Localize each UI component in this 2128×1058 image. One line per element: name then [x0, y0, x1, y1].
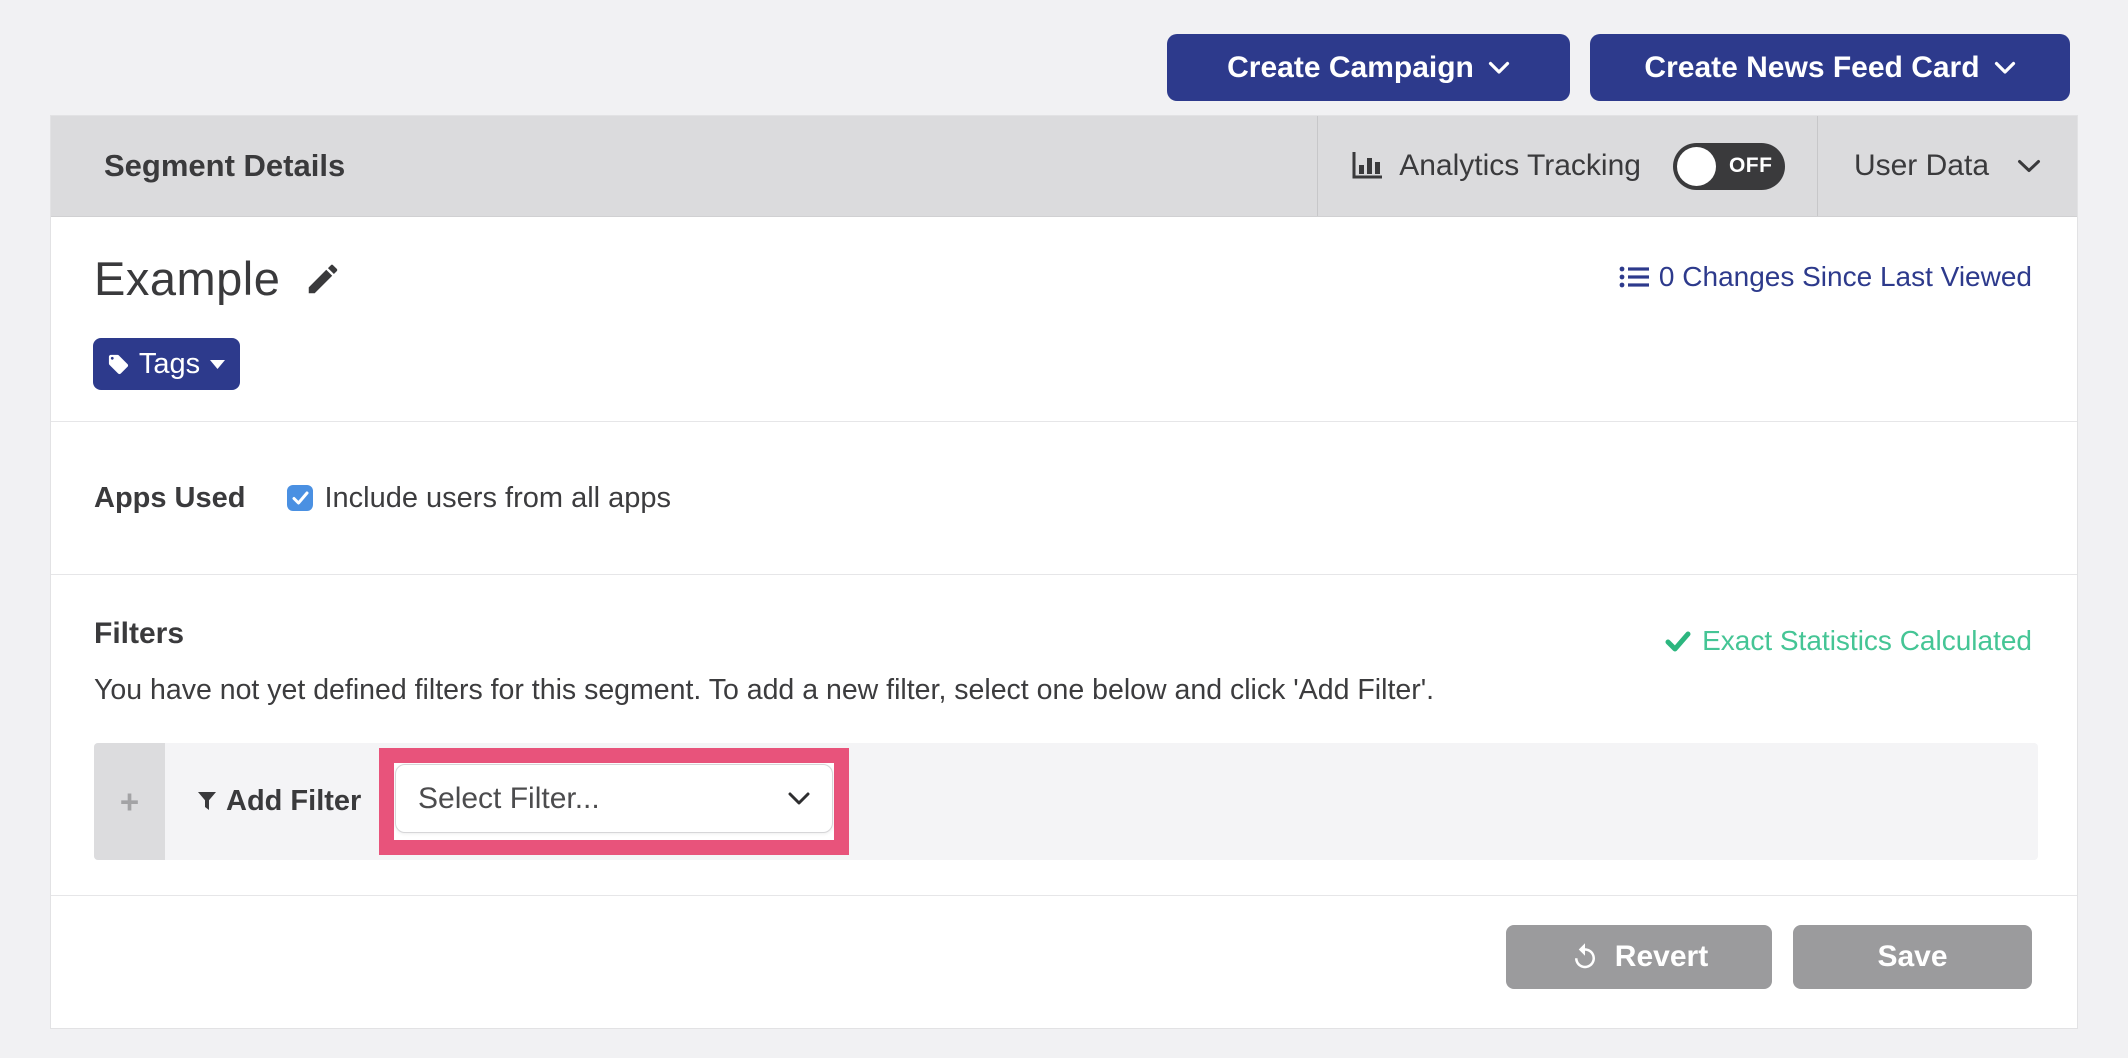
- create-news-feed-card-label: Create News Feed Card: [1644, 51, 1979, 85]
- card-footer: Revert Save: [51, 896, 2077, 1029]
- apps-used-section: Apps Used Include users from all apps: [51, 422, 2077, 575]
- caret-down-icon: [209, 359, 226, 370]
- analytics-tracking-toggle[interactable]: OFF: [1673, 143, 1785, 190]
- add-filter-row: + Add Filter Select Filter...: [94, 743, 2038, 860]
- changes-link[interactable]: 0 Changes Since Last Viewed: [1619, 261, 2032, 293]
- chevron-down-icon: [1488, 61, 1510, 75]
- page-title: Segment Details: [51, 116, 1317, 216]
- plus-icon: +: [120, 783, 139, 821]
- chevron-down-icon: [788, 792, 810, 805]
- add-filter-label-group: Add Filter: [197, 785, 361, 818]
- save-button[interactable]: Save: [1793, 925, 2032, 989]
- card-header: Segment Details Analytics Tracking OFF U…: [51, 116, 2077, 217]
- changes-link-label: 0 Changes Since Last Viewed: [1659, 261, 2032, 293]
- toggle-state-label: OFF: [1729, 154, 1773, 178]
- select-filter-placeholder: Select Filter...: [418, 782, 600, 816]
- tags-button[interactable]: Tags: [93, 338, 240, 390]
- revert-arrow-icon: [1570, 942, 1600, 972]
- bar-chart-icon: [1350, 151, 1385, 181]
- check-icon: [292, 491, 309, 505]
- exact-statistics-label: Exact Statistics Calculated: [1702, 625, 2032, 657]
- analytics-tracking-label: Analytics Tracking: [1399, 149, 1641, 183]
- create-news-feed-card-button[interactable]: Create News Feed Card: [1590, 34, 2070, 101]
- checkbox-label: Include users from all apps: [324, 482, 671, 515]
- pencil-edit-icon[interactable]: [304, 260, 342, 298]
- annotation-highlight-box: Select Filter...: [379, 748, 849, 855]
- list-icon: [1619, 265, 1649, 289]
- create-campaign-label: Create Campaign: [1227, 51, 1474, 85]
- select-filter-dropdown[interactable]: Select Filter...: [395, 764, 833, 833]
- analytics-tracking-control: Analytics Tracking OFF: [1318, 116, 1817, 216]
- user-data-label: User Data: [1854, 149, 1989, 183]
- toggle-knob: [1677, 147, 1716, 186]
- apps-used-label: Apps Used: [94, 482, 245, 515]
- check-icon: [1665, 631, 1691, 652]
- add-filter-label: Add Filter: [226, 785, 361, 818]
- revert-button-label: Revert: [1615, 940, 1708, 974]
- add-filter-plus-button[interactable]: +: [94, 743, 165, 860]
- checkbox-checked: [287, 485, 313, 511]
- create-campaign-button[interactable]: Create Campaign: [1167, 34, 1570, 101]
- tag-icon: [107, 353, 130, 376]
- user-data-dropdown[interactable]: User Data: [1818, 116, 2077, 216]
- exact-statistics-status: Exact Statistics Calculated: [1665, 625, 2032, 657]
- filter-funnel-icon: [197, 791, 217, 812]
- segment-name: Example: [94, 251, 280, 306]
- segment-name-section: Example 0 Changes Since Last Viewed Tags: [51, 217, 2077, 422]
- chevron-down-icon: [1994, 61, 2016, 75]
- segment-details-card: Segment Details Analytics Tracking OFF U…: [50, 115, 2078, 1029]
- include-all-apps-checkbox[interactable]: Include users from all apps: [287, 482, 671, 515]
- tags-button-label: Tags: [139, 348, 200, 381]
- filters-description: You have not yet defined filters for thi…: [94, 674, 2077, 707]
- segment-name-row: Example: [94, 251, 342, 306]
- filters-section: Filters Exact Statistics Calculated You …: [51, 575, 2077, 896]
- revert-button[interactable]: Revert: [1506, 925, 1772, 989]
- save-button-label: Save: [1877, 940, 1947, 974]
- chevron-down-icon: [2017, 159, 2041, 173]
